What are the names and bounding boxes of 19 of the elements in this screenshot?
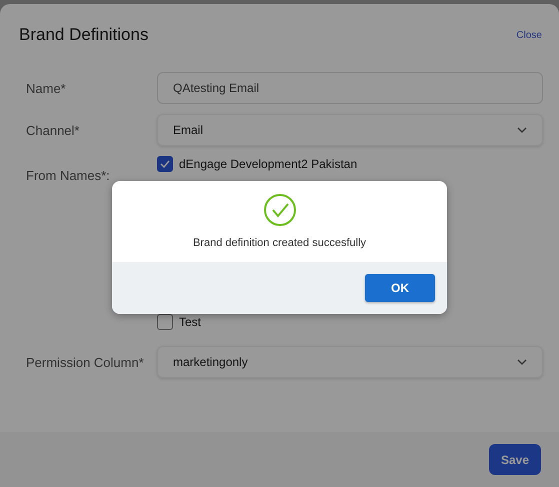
dialog-title: Brand Definitions <box>19 25 148 45</box>
select-field[interactable]: marketingonly <box>157 346 543 378</box>
chevron-down-icon <box>517 359 527 365</box>
name-field[interactable]: QAtesting Email <box>157 72 543 104</box>
ok-button[interactable]: OK <box>365 274 435 302</box>
checkbox-label: dEngage Development2 Pakistan <box>179 157 358 171</box>
field-label: Channel* <box>26 122 80 138</box>
save-button[interactable]: Save <box>489 444 541 475</box>
field-label: From Names*: <box>26 168 111 183</box>
check-circle-icon <box>262 193 296 227</box>
close-link[interactable]: Close <box>516 30 542 40</box>
checkmark-icon <box>160 160 170 168</box>
field-label: Permission Column* <box>26 354 145 370</box>
checkbox-label: Test <box>179 315 202 329</box>
select-field[interactable]: Email <box>157 114 543 146</box>
checkbox[interactable] <box>157 156 173 172</box>
alert-message: Brand definition created succesfully <box>192 237 366 249</box>
field-label: Name* <box>26 80 67 96</box>
chevron-down-icon <box>517 127 527 133</box>
